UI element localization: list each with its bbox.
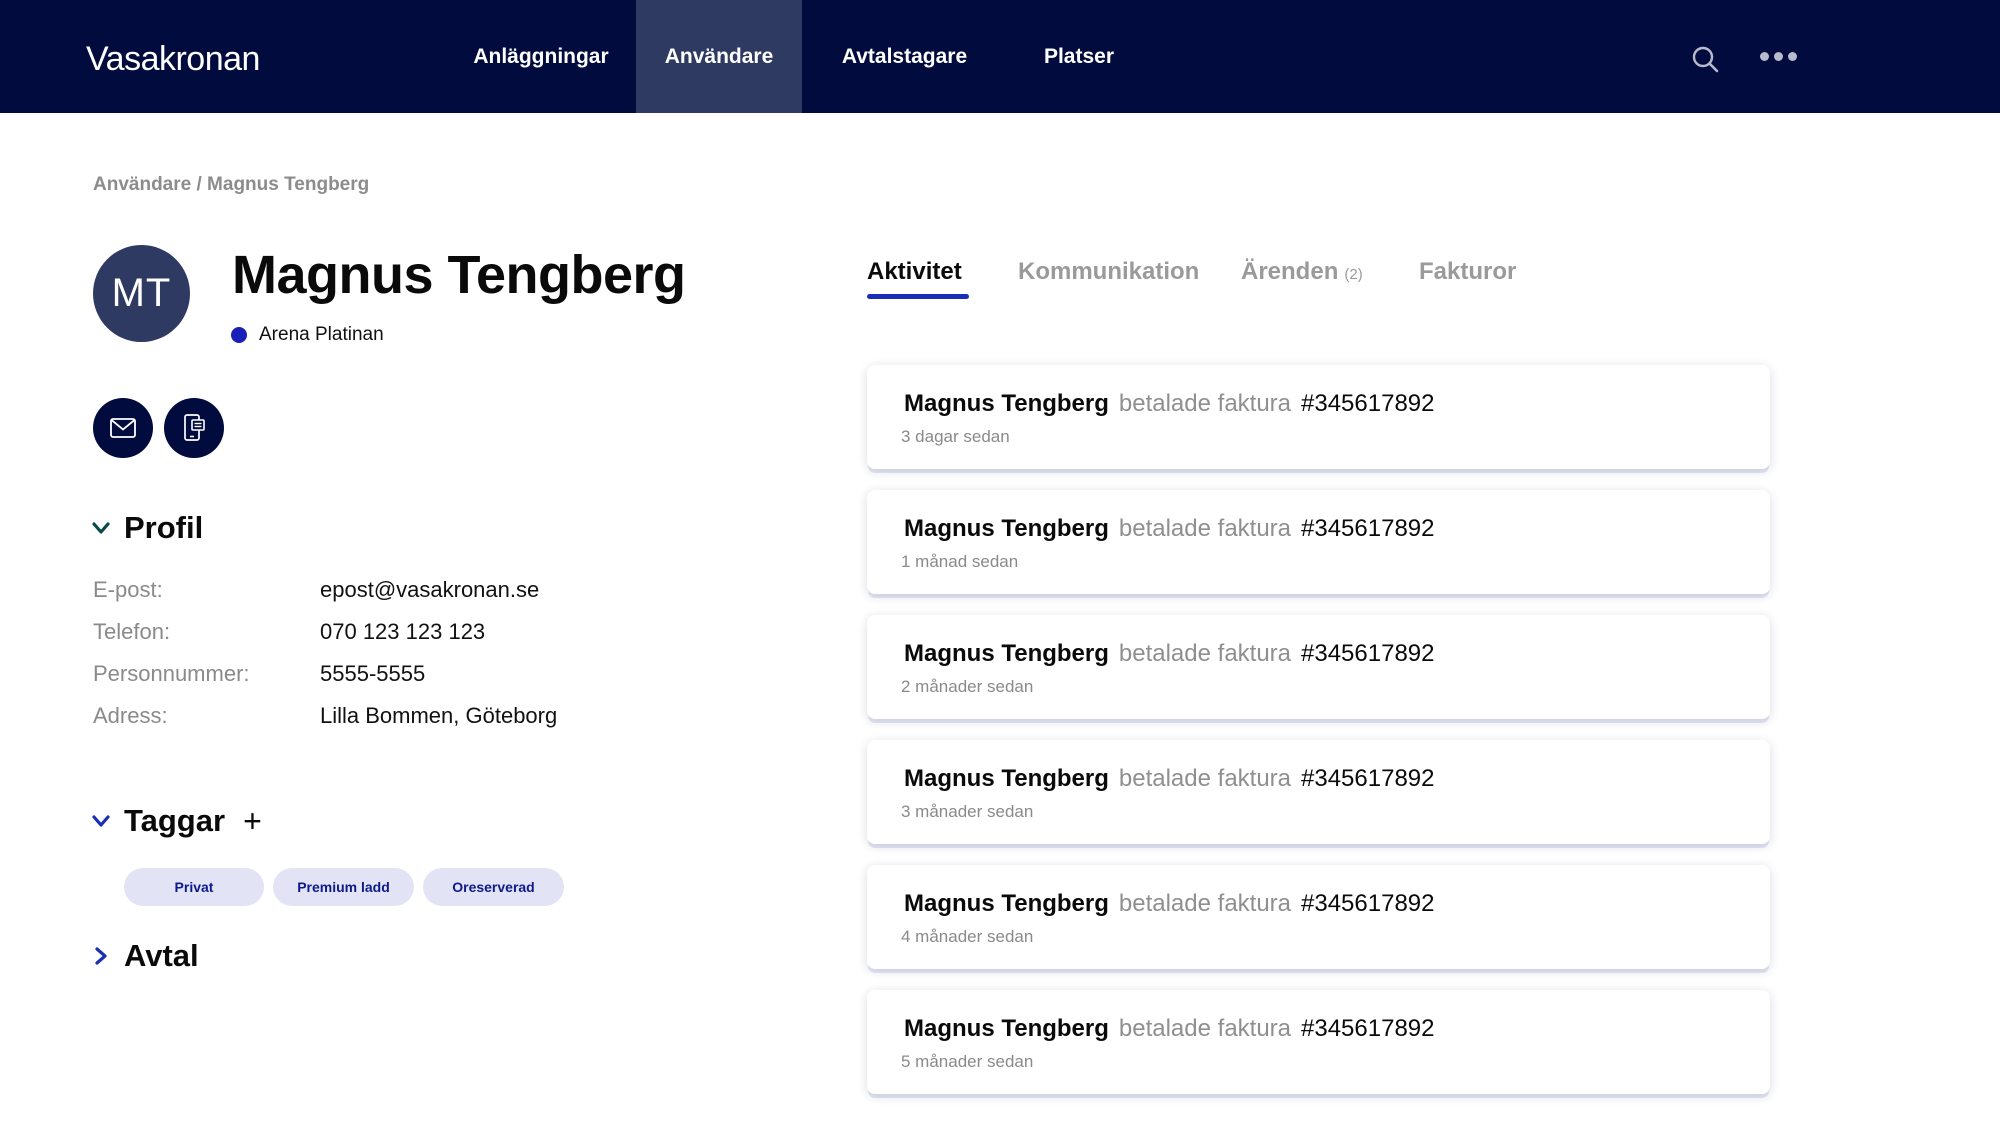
phone-icon (184, 414, 205, 441)
activity-actor: Magnus Tengberg (904, 1015, 1109, 1042)
tag-oreserverad[interactable]: Oreserverad (423, 868, 564, 906)
tab-label: Kommunikation (1018, 258, 1200, 285)
breadcrumb-parent[interactable]: Användare (93, 174, 191, 195)
more-options-icon[interactable] (1760, 52, 1800, 66)
activity-verb: betalade faktura (1118, 390, 1292, 417)
activity-timestamp: 5 månader sedan (901, 1052, 1034, 1071)
activity-item[interactable]: Magnus Tengberg betalade faktura #34561789… (867, 865, 1770, 969)
activity-timestamp: 3 dagar sedan (901, 427, 1010, 446)
tag-list: Privat Premium ladd Oreserverad (124, 868, 564, 906)
activity-verb: betalade faktura (1118, 765, 1292, 792)
chevron-down-icon (92, 522, 110, 534)
avatar: MT (93, 245, 190, 342)
field-label: E-post: (93, 577, 163, 602)
profile-section-toggle[interactable]: Profil (92, 510, 203, 546)
contract-section-toggle[interactable]: Avtal (92, 938, 199, 974)
activity-item[interactable]: Magnus Tengberg betalade faktura #34561789… (867, 490, 1770, 594)
nav-item-anlaggningar[interactable]: Anläggningar (446, 0, 636, 113)
email-value[interactable]: epost@vasakronan.se (320, 577, 539, 603)
field-label: Personnummer: (93, 661, 250, 686)
chevron-right-icon (95, 947, 107, 965)
activity-timestamp: 4 månader sedan (901, 927, 1034, 946)
location-label: Arena Platinan (259, 324, 384, 345)
page-title: Magnus Tengberg (232, 245, 686, 305)
activity-verb: betalade faktura (1118, 515, 1292, 542)
send-sms-button[interactable] (164, 398, 224, 458)
tab-label: Ärenden (1241, 258, 1339, 285)
tab-aktivitet[interactable]: Aktivitet (867, 258, 962, 286)
breadcrumb-current: Magnus Tengberg (207, 174, 370, 195)
invoice-link[interactable]: #345617892 (1301, 890, 1434, 917)
tab-label: Fakturor (1419, 258, 1517, 285)
location-status-dot (231, 327, 247, 343)
tab-arenden[interactable]: Ärenden (2) (1241, 258, 1363, 286)
user-location: Arena Platinan (231, 324, 384, 346)
address-value: Lilla Bommen, Göteborg (320, 703, 558, 728)
breadcrumb: Användare / Magnus Tengberg (93, 174, 369, 196)
profile-section-title: Profil (124, 510, 204, 545)
activity-item[interactable]: Magnus Tengberg betalade faktura #34561789… (867, 990, 1770, 1094)
search-icon[interactable] (1690, 44, 1722, 76)
activity-item[interactable]: Magnus Tengberg betalade faktura #34561789… (867, 740, 1770, 844)
activity-actor: Magnus Tengberg (904, 890, 1109, 917)
active-tab-indicator (867, 294, 969, 299)
activity-timestamp: 2 månader sedan (901, 677, 1034, 696)
top-navigation-bar: Vasakronan Anläggningar Användare Avtals… (0, 0, 2000, 113)
chevron-down-icon (92, 815, 110, 827)
invoice-link[interactable]: #345617892 (1301, 640, 1434, 667)
activity-actor: Magnus Tengberg (904, 765, 1109, 792)
nav-item-platser[interactable]: Platser (1007, 0, 1151, 113)
tab-count-badge: (2) (1344, 266, 1363, 283)
personnummer-value: 5555-5555 (320, 661, 426, 686)
tab-fakturor[interactable]: Fakturor (1419, 258, 1516, 286)
nav-item-avtalstagare[interactable]: Avtalstagare (802, 0, 1007, 113)
send-email-button[interactable] (93, 398, 153, 458)
invoice-link[interactable]: #345617892 (1301, 515, 1434, 542)
field-label: Adress: (93, 703, 168, 728)
activity-actor: Magnus Tengberg (904, 390, 1109, 417)
invoice-link[interactable]: #345617892 (1301, 390, 1434, 417)
activity-verb: betalade faktura (1118, 890, 1292, 917)
tag-privat[interactable]: Privat (124, 868, 264, 906)
tab-kommunikation[interactable]: Kommunikation (1018, 258, 1199, 286)
tag-premium-ladd[interactable]: Premium ladd (273, 868, 414, 906)
field-label: Telefon: (93, 619, 171, 644)
breadcrumb-separator: / (196, 174, 202, 195)
activity-item[interactable]: Magnus Tengberg betalade faktura #34561789… (867, 615, 1770, 719)
tab-label: Aktivitet (867, 258, 962, 285)
brand-logo[interactable]: Vasakronan (86, 40, 260, 79)
tags-section-toggle[interactable]: Taggar + (92, 803, 262, 839)
contract-section-title: Avtal (124, 938, 199, 973)
activity-verb: betalade faktura (1118, 640, 1292, 667)
activity-actor: Magnus Tengberg (904, 640, 1109, 667)
main-nav: Anläggningar Användare Avtalstagare Plat… (446, 0, 1151, 113)
activity-verb: betalade faktura (1118, 1015, 1292, 1042)
nav-item-anvandare[interactable]: Användare (636, 0, 802, 113)
activity-actor: Magnus Tengberg (904, 515, 1109, 542)
tags-section-title: Taggar (124, 803, 226, 838)
phone-value[interactable]: 070 123 123 123 (320, 619, 485, 645)
add-tag-button[interactable]: + (243, 805, 262, 837)
activity-timestamp: 1 månad sedan (901, 552, 1019, 571)
invoice-link[interactable]: #345617892 (1301, 765, 1434, 792)
activity-item[interactable]: Magnus Tengberg betalade faktura #34561789… (867, 365, 1770, 469)
mail-icon (110, 418, 136, 438)
invoice-link[interactable]: #345617892 (1301, 1015, 1434, 1042)
activity-timestamp: 3 månader sedan (901, 802, 1034, 821)
